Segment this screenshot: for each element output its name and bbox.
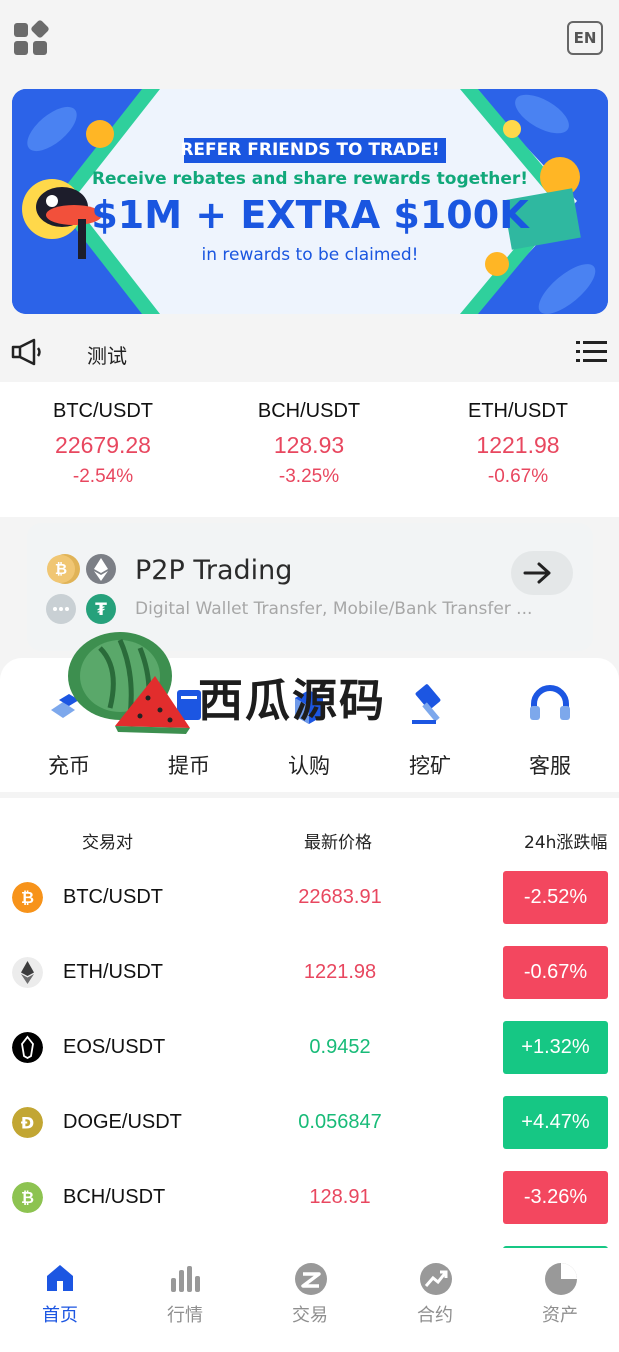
contract-icon: [420, 1263, 452, 1295]
row-pair: BCH/USDT: [63, 1186, 166, 1208]
row-change-badge: +4.47%: [503, 1096, 608, 1149]
ticker-pair: BTC/USDT: [53, 400, 153, 422]
apps-menu-icon[interactable]: [12, 20, 50, 58]
row-pair: EOS/USDT: [63, 1036, 166, 1058]
megaphone-icon: [11, 338, 41, 366]
tab-assets[interactable]: 资产: [498, 1248, 619, 1338]
banner-footnote: in rewards to be claimed!: [201, 245, 419, 265]
assets-icon: [545, 1263, 577, 1295]
withdraw-label: 提币: [168, 754, 210, 778]
ticker-change: -3.25%: [278, 466, 340, 487]
market-icon: [171, 1266, 200, 1292]
column-header-pair: 交易对: [82, 833, 133, 853]
tab-contract[interactable]: 合约: [373, 1248, 497, 1338]
ticker-change: -0.67%: [487, 466, 549, 487]
top-bar: EN: [0, 0, 619, 80]
doge-icon: Ð: [12, 1107, 43, 1138]
ticker-price: 22679.28: [55, 432, 151, 458]
ticker-strip: BTC/USDT 22679.28 -2.54% BCH/USDT 128.93…: [0, 382, 619, 517]
svg-text:₿: ₿: [55, 560, 67, 578]
row-pair: BTC/USDT: [63, 886, 163, 908]
headset-icon: [530, 685, 570, 720]
banner-headline: REFER FRIENDS TO TRADE!: [180, 140, 440, 160]
mining-label: 挖矿: [409, 754, 451, 778]
market-list: 交易对 最新价格 24h涨跌幅 ₿ BTC/USDT 22683.91 -2.5…: [0, 798, 619, 1248]
row-change-badge: -0.67%: [503, 946, 608, 999]
row-price: 0.056847: [298, 1111, 382, 1133]
customer-service-label: 客服: [529, 754, 571, 778]
svg-text:₮: ₮: [95, 600, 107, 620]
ticker-card[interactable]: BCH/USDT 128.93 -3.25%: [206, 400, 412, 488]
row-price: 1221.98: [303, 961, 377, 983]
bottom-tab-bar: 首页 行情 交易 合约 资产: [0, 1248, 619, 1352]
eos-icon: [12, 1032, 43, 1063]
ticker-card[interactable]: BTC/USDT 22679.28 -2.54%: [0, 400, 206, 488]
row-change-badge: -3.26%: [503, 1171, 608, 1224]
list-icon[interactable]: [576, 340, 607, 364]
eth-icon: [12, 957, 43, 988]
banner-amount: $1M + EXTRA $100K: [91, 193, 529, 237]
promo-banner[interactable]: REFER FRIENDS TO TRADE! Receive rebates …: [12, 89, 608, 314]
ticker-price: 128.93: [273, 432, 345, 458]
tab-label: 行情: [167, 1305, 203, 1326]
btc-icon: ₿: [12, 882, 43, 913]
subscribe-label: 认购: [288, 754, 330, 778]
row-price: 0.9452: [309, 1036, 371, 1058]
tab-label: 资产: [542, 1305, 578, 1326]
bch-icon: ₿: [12, 1182, 43, 1213]
market-row[interactable]: ₿ BCH/USDT 128.91 -3.26%: [0, 1160, 619, 1235]
ticker-change: -2.54%: [72, 466, 134, 487]
market-row[interactable]: EOS/USDT 0.9452 +1.32%: [0, 1010, 619, 1085]
announcement-text[interactable]: 测试: [87, 340, 127, 369]
trade-icon: [295, 1263, 327, 1295]
tab-label: 交易: [292, 1305, 328, 1326]
column-header-price: 最新价格: [304, 833, 372, 853]
ticker-pair: BCH/USDT: [257, 400, 361, 422]
svg-text:Ð: Ð: [21, 1114, 34, 1133]
arrow-right-icon: [523, 562, 551, 584]
language-switch-button[interactable]: EN: [567, 21, 603, 55]
tab-trade[interactable]: 交易: [248, 1248, 372, 1338]
row-pair: DOGE/USDT: [63, 1111, 182, 1133]
market-row[interactable]: ETH/USDT 1221.98 -0.67%: [0, 935, 619, 1010]
ticker-card[interactable]: ETH/USDT 1221.98 -0.67%: [415, 400, 619, 488]
p2p-go-button[interactable]: [511, 551, 573, 595]
p2p-title: P2P Trading: [135, 555, 293, 586]
market-row[interactable]: Ð DOGE/USDT 0.056847 +4.47%: [0, 1085, 619, 1160]
banner-subline: Receive rebates and share rewards togeth…: [91, 169, 529, 189]
svg-text:₿: ₿: [21, 888, 34, 907]
p2p-subtitle: Digital Wallet Transfer, Mobile/Bank Tra…: [135, 599, 533, 619]
market-row[interactable]: ₿ BTC/USDT 22683.91 -2.52%: [0, 860, 619, 935]
customer-service-button[interactable]: 客服: [490, 658, 610, 792]
tab-market[interactable]: 行情: [123, 1248, 247, 1338]
p2p-coins-icon: ₿ ₮: [46, 554, 116, 624]
svg-text:₿: ₿: [21, 1188, 34, 1207]
home-icon: [47, 1265, 73, 1291]
row-change-badge: +1.32%: [503, 1021, 608, 1074]
row-price: 128.91: [309, 1186, 371, 1208]
mining-icon: [412, 684, 441, 724]
row-pair: ETH/USDT: [63, 961, 163, 983]
tab-label: 首页: [42, 1305, 78, 1326]
row-price: 22683.91: [298, 886, 382, 908]
ticker-price: 1221.98: [476, 432, 560, 458]
ticker-pair: ETH/USDT: [468, 400, 568, 422]
watermark-text: 西瓜源码: [198, 674, 387, 727]
tab-label: 合约: [417, 1305, 453, 1326]
announcement-bar[interactable]: 测试: [0, 330, 619, 376]
deposit-label: 充币: [48, 754, 90, 778]
row-change-badge: -2.52%: [503, 871, 608, 924]
column-header-change: 24h涨跌幅: [524, 833, 608, 853]
tab-home[interactable]: 首页: [0, 1248, 122, 1338]
